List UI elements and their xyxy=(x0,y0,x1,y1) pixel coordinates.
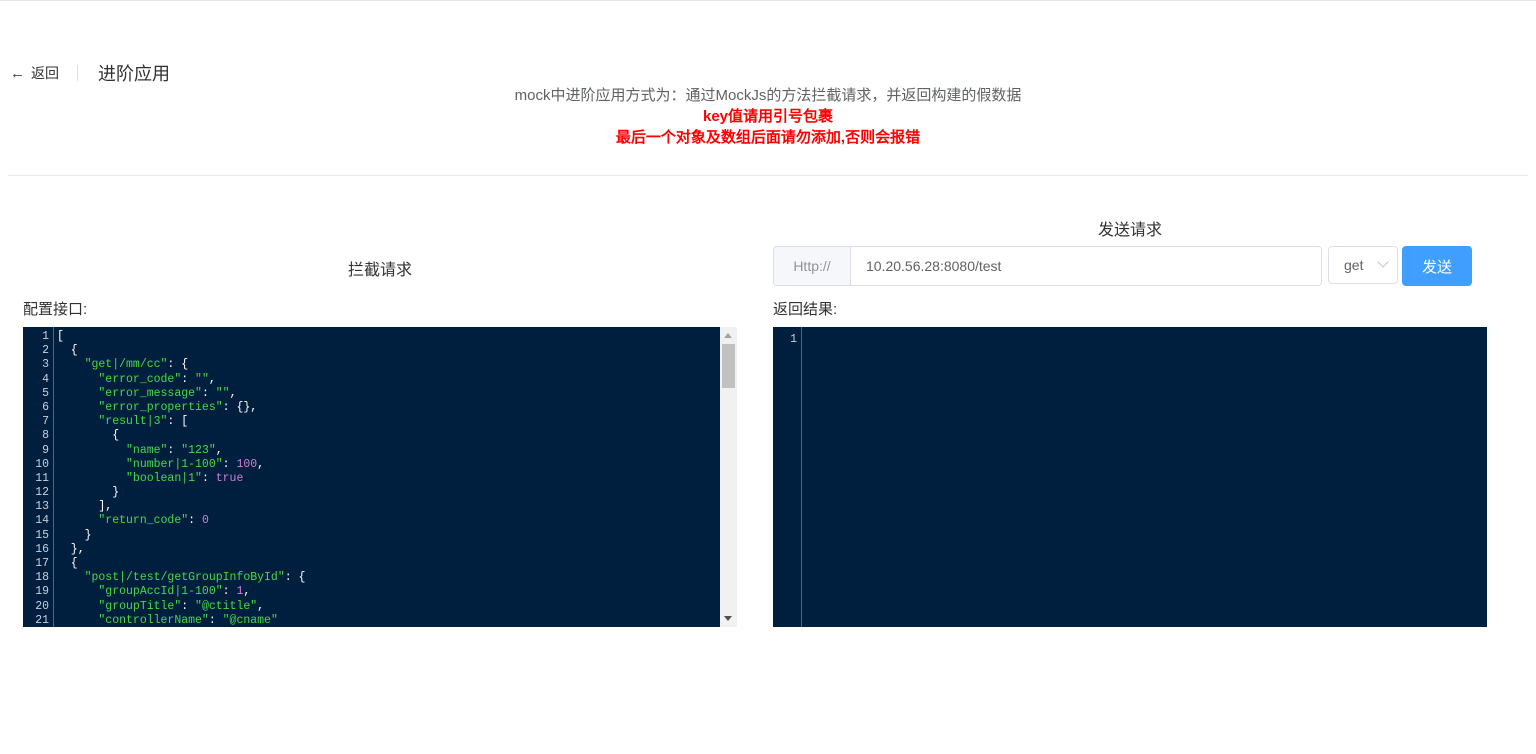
code-line: "result|3": [ xyxy=(57,415,189,429)
send-button[interactable]: 发送 xyxy=(1402,246,1472,286)
section-divider xyxy=(8,175,1528,176)
intercept-title: 拦截请求 xyxy=(347,262,412,279)
code-line: "controllerName": "@cname" xyxy=(57,613,278,627)
code-line: ], xyxy=(57,500,113,514)
code-line: }, xyxy=(57,542,85,556)
line-number-gutter: 1 2 3 4 5 6 7 8 9 10 11 12 13 14 15 16 17 18 19 20 21 xyxy=(23,327,54,627)
header-divider xyxy=(77,65,78,81)
line-number: 3 xyxy=(42,358,49,372)
url-input[interactable] xyxy=(850,246,1322,286)
top-border xyxy=(0,0,1536,1)
code-line: { xyxy=(57,429,120,443)
line-number: 13 xyxy=(35,500,49,514)
result-label: 返回结果: xyxy=(773,301,838,318)
request-bar: Http:// get 发送 xyxy=(773,246,1472,286)
warning-trailing-comma: 最后一个对象及数组后面请勿添加,否则会报错 xyxy=(615,129,921,146)
line-number: 20 xyxy=(35,599,49,613)
code-line: { xyxy=(57,557,78,570)
send-request-title: 发送请求 xyxy=(1097,222,1162,239)
code-line: "number|1-100": 100, xyxy=(57,457,265,471)
back-label: 返回 xyxy=(31,65,59,81)
line-number: 2 xyxy=(42,344,49,358)
method-value: get xyxy=(1344,257,1364,273)
code-line: "return_code": 0 xyxy=(57,514,209,528)
line-number: 14 xyxy=(35,514,49,528)
code-line: } xyxy=(57,486,120,500)
line-number: 19 xyxy=(35,585,49,599)
line-number: 17 xyxy=(35,557,49,570)
code-line: "name": "123", xyxy=(57,443,223,457)
line-number: 1 xyxy=(790,333,797,346)
code-line: "error_code": "", xyxy=(57,372,216,386)
line-number-gutter: 1 xyxy=(773,327,802,627)
scroll-up-icon[interactable] xyxy=(724,333,732,338)
warning-key-quotes: key值请用引号包裹 xyxy=(702,108,834,125)
code-line: "error_properties": {}, xyxy=(57,400,258,414)
code-line: "post|/test/getGroupInfoById": { xyxy=(57,571,306,585)
line-number: 21 xyxy=(35,613,49,627)
line-number: 9 xyxy=(42,443,49,457)
code-line: { xyxy=(57,344,78,358)
line-number: 1 xyxy=(42,330,49,343)
page-title: 进阶应用 xyxy=(98,64,170,84)
line-number: 16 xyxy=(35,542,49,556)
chevron-down-icon xyxy=(1377,256,1389,268)
line-number: 5 xyxy=(42,386,49,400)
line-number: 11 xyxy=(35,471,49,485)
result-code-editor[interactable]: 1 xyxy=(773,327,1487,627)
code-line: "error_message": "", xyxy=(57,386,237,400)
code-line: "get|/mm/cc": { xyxy=(57,358,189,372)
config-label: 配置接口: xyxy=(23,301,88,318)
line-number: 18 xyxy=(35,571,49,585)
line-number: 6 xyxy=(42,400,49,414)
code-line: } xyxy=(57,528,92,542)
code-line: "boolean|1": true xyxy=(57,471,244,485)
notes: mock中进阶应用方式为：通过MockJs的方法拦截请求，并返回构建的假数据 k… xyxy=(0,86,1536,148)
arrow-left-icon: ← xyxy=(10,64,25,82)
code-line: "groupAccId|1-100": 1, xyxy=(57,585,251,599)
config-code-editor[interactable]: 1 2 3 4 5 6 7 8 9 10 11 12 13 14 15 16 17 18 19 20 21 [ { "g… xyxy=(23,327,720,627)
line-number: 12 xyxy=(35,486,49,500)
code-line: [ xyxy=(57,330,64,343)
code-line: "groupTitle": "@ctitle", xyxy=(57,599,265,613)
method-select[interactable]: get xyxy=(1328,246,1398,284)
scroll-thumb[interactable] xyxy=(722,344,735,388)
code-content: [ { "get|/mm/cc": { "error_code": "", "e… xyxy=(57,330,305,627)
page-header: ← 返回 进阶应用 xyxy=(10,62,170,84)
line-number: 10 xyxy=(35,457,49,471)
editor-scrollbar[interactable] xyxy=(720,327,737,627)
url-prefix: Http:// xyxy=(773,246,850,286)
line-number: 7 xyxy=(42,415,49,429)
line-number: 4 xyxy=(42,372,49,386)
line-number: 15 xyxy=(35,528,49,542)
back-button[interactable]: ← 返回 xyxy=(10,63,59,83)
scroll-down-icon[interactable] xyxy=(724,616,732,621)
usage-description: mock中进阶应用方式为：通过MockJs的方法拦截请求，并返回构建的假数据 xyxy=(514,87,1022,104)
line-number: 8 xyxy=(42,429,49,443)
